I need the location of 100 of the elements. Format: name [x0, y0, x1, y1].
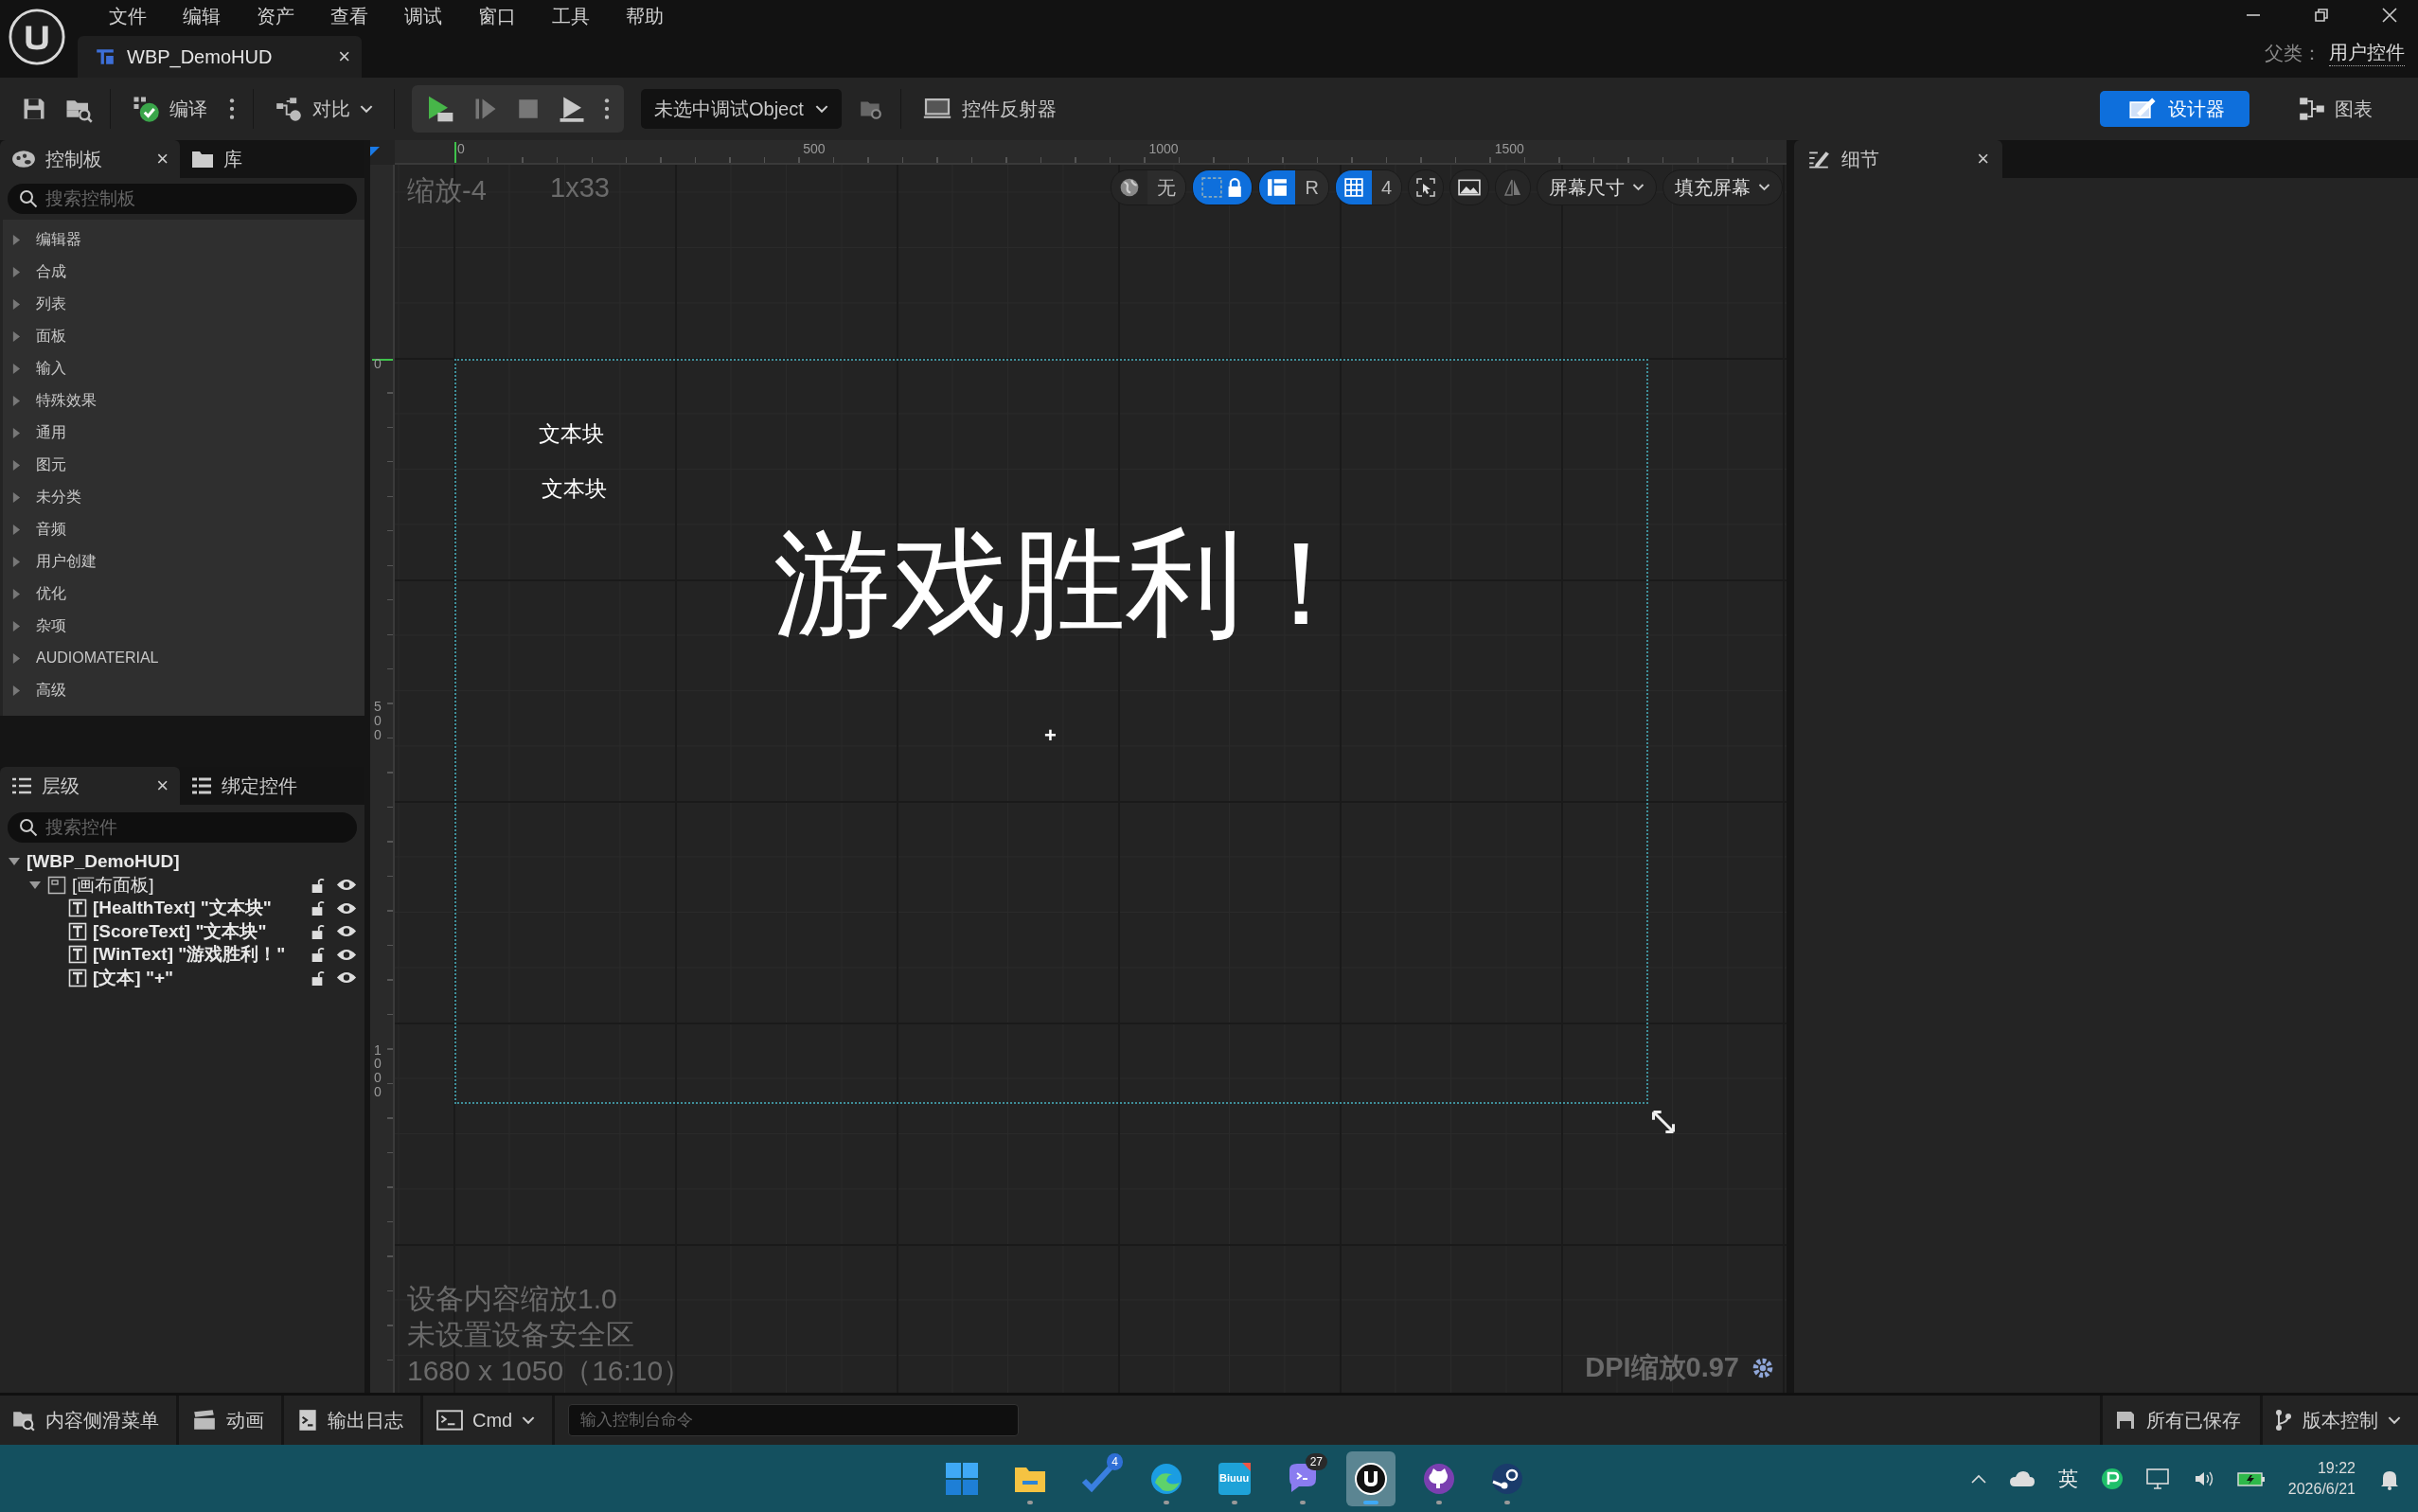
menu-item[interactable]: 编辑: [165, 3, 239, 29]
console-input[interactable]: 输入控制台命令: [568, 1404, 1020, 1436]
engine-logo-icon[interactable]: [8, 8, 66, 66]
menu-item[interactable]: 文件: [91, 3, 165, 29]
viewport-toggle[interactable]: 4: [1334, 169, 1402, 205]
tree-row[interactable]: [WinText] "游戏胜利！": [0, 943, 364, 967]
close-button[interactable]: ×: [338, 44, 350, 69]
category-item[interactable]: 杂项: [3, 610, 364, 642]
widget-reflector-button[interactable]: 控件反射器: [917, 90, 1060, 128]
viewport-toggle[interactable]: [1449, 169, 1489, 205]
debug-object-dropdown[interactable]: 未选中调试Object: [641, 89, 842, 129]
category-item[interactable]: 高级: [3, 674, 364, 706]
stop-icon[interactable]: [516, 97, 541, 121]
viewport-toggle[interactable]: 无: [1111, 169, 1187, 205]
close-button[interactable]: ×: [1977, 147, 1989, 171]
parent-class-link[interactable]: 用户控件: [2329, 40, 2405, 66]
battery-icon[interactable]: [2236, 1469, 2266, 1487]
panel-tab[interactable]: 细节 ×: [1794, 140, 2002, 178]
panel-tab[interactable]: 控制板 ×: [0, 140, 180, 178]
cloud-icon[interactable]: [2008, 1469, 2036, 1487]
input-method-indicator[interactable]: 英: [2057, 1465, 2078, 1492]
text-widget-icon: [68, 968, 87, 987]
category-item[interactable]: 用户创建: [3, 545, 364, 578]
menu-item[interactable]: 查看: [312, 3, 386, 29]
viewport-toggle[interactable]: [1192, 169, 1253, 205]
unlock-icon[interactable]: [310, 899, 325, 917]
mode-tab[interactable]: 设计器: [2100, 91, 2249, 127]
close-button[interactable]: ×: [156, 774, 169, 798]
viewport-toggle[interactable]: [1495, 169, 1531, 205]
panel-tab[interactable]: 绑定控件: [180, 767, 360, 805]
simulate-icon[interactable]: [558, 95, 586, 123]
menu-item[interactable]: 调试: [386, 3, 460, 29]
panel-tab[interactable]: 库: [180, 140, 360, 178]
panel-tab[interactable]: 层级 ×: [0, 767, 180, 805]
search-field[interactable]: 搜索控件: [8, 812, 357, 843]
menu-item[interactable]: 窗口: [460, 3, 534, 29]
category-item[interactable]: 输入: [3, 352, 364, 384]
document-tab[interactable]: WBP_DemoHUD ×: [78, 36, 362, 78]
resize-handle-icon[interactable]: [1650, 1109, 1677, 1135]
design-canvas[interactable]: 文本块 文本块 游戏胜利！ + 缩放-4 1x33 无 R 4 屏幕尺寸 填充屏幕 设备内容缩放1.0 未设置设备安全区 1680 x 1050（16:10） DPI缩放0.97: [395, 165, 1787, 1393]
menu-item[interactable]: 帮助: [608, 3, 682, 29]
eye-icon[interactable]: [336, 970, 357, 986]
grid-icon: [1342, 177, 1364, 198]
text-widget[interactable]: 游戏胜利！: [773, 513, 1360, 654]
menu-item[interactable]: 工具: [534, 3, 608, 29]
taskbar-app[interactable]: 4: [1074, 1450, 1123, 1506]
category-item[interactable]: 未分类: [3, 481, 364, 513]
category-item[interactable]: 合成: [3, 256, 364, 288]
unlock-icon[interactable]: [310, 876, 325, 894]
category-item[interactable]: 列表: [3, 288, 364, 320]
diff-button[interactable]: 对比: [271, 90, 377, 128]
eye-icon[interactable]: [336, 878, 357, 893]
viewport-toggle[interactable]: [1408, 169, 1444, 205]
dropdown-button[interactable]: 屏幕尺寸: [1537, 169, 1657, 205]
more-icon[interactable]: [603, 97, 611, 121]
settings-icon[interactable]: [1751, 1356, 1775, 1380]
text-widget[interactable]: 文本块: [539, 419, 604, 449]
close-button[interactable]: ×: [156, 147, 169, 171]
expand-arrow-icon[interactable]: [8, 857, 21, 867]
category-item[interactable]: 面板: [3, 320, 364, 352]
tree-row[interactable]: [HealthText] "文本块": [0, 897, 364, 920]
eye-icon[interactable]: [336, 947, 357, 962]
unlock-icon[interactable]: [310, 946, 325, 964]
engine-logo-icon: [1354, 1461, 1388, 1496]
viewport-toggle[interactable]: R: [1258, 169, 1329, 205]
network-icon[interactable]: [2145, 1467, 2171, 1490]
taskbar-app[interactable]: [1346, 1450, 1396, 1506]
search-field[interactable]: 搜索控制板: [8, 184, 357, 214]
category-item[interactable]: 优化: [3, 578, 364, 610]
chevron-up-icon[interactable]: [1970, 1473, 1986, 1484]
expand-arrow-icon: [12, 555, 21, 568]
expand-arrow-icon: [12, 265, 21, 278]
text-widget[interactable]: +: [1044, 723, 1057, 748]
tree-row[interactable]: [ScoreText] "文本块": [0, 919, 364, 943]
text-widget[interactable]: 文本块: [542, 474, 607, 504]
tree-row[interactable]: [文本] "+": [0, 966, 364, 989]
eye-icon[interactable]: [336, 924, 357, 939]
category-item[interactable]: 编辑器: [3, 223, 364, 256]
taskbar-app[interactable]: 27: [1278, 1450, 1327, 1506]
mode-tab[interactable]: 图表: [2270, 91, 2397, 127]
category-item[interactable]: 音频: [3, 513, 364, 545]
tree-row[interactable]: [画布面板]: [0, 873, 364, 897]
category-item[interactable]: 通用: [3, 417, 364, 449]
compile-button[interactable]: 编译: [128, 89, 211, 129]
clock[interactable]: 19:22 2026/6/21: [2287, 1457, 2356, 1500]
dropdown-button[interactable]: 填充屏幕: [1662, 169, 1783, 205]
category-item[interactable]: 图元: [3, 449, 364, 481]
expand-arrow-icon[interactable]: [28, 880, 42, 890]
close-icon[interactable]: [2380, 6, 2399, 25]
zoom-level: 缩放-4: [407, 174, 487, 207]
menu-item[interactable]: 资产: [239, 3, 312, 29]
eye-icon[interactable]: [336, 900, 357, 916]
app-logo-icon[interactable]: [2100, 1467, 2124, 1490]
unlock-icon[interactable]: [310, 922, 325, 940]
restore-icon[interactable]: [2312, 6, 2331, 25]
more-icon[interactable]: [228, 97, 236, 121]
unlock-icon[interactable]: [310, 969, 325, 987]
category-item[interactable]: 特殊效果: [3, 384, 364, 417]
category-item[interactable]: AUDIOMATERIAL: [3, 642, 364, 674]
tree-row[interactable]: [WBP_DemoHUD]: [0, 850, 364, 874]
